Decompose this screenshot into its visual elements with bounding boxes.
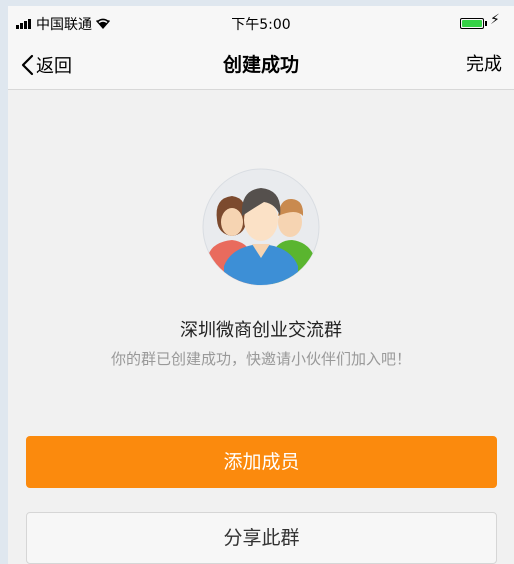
charging-icon: ⚡ <box>490 12 500 28</box>
share-group-button[interactable]: 分享此群 <box>26 512 497 564</box>
navigation-bar: 返回 创建成功 完成 <box>8 40 514 90</box>
battery-tip <box>485 21 487 26</box>
status-time: 下午5:00 <box>231 17 291 33</box>
add-members-button[interactable]: 添加成员 <box>26 436 497 488</box>
group-avatar-icon <box>202 168 320 286</box>
page-title: 创建成功 <box>222 54 299 76</box>
status-bar: 中国联通 下午5:00 ⚡ <box>8 6 514 40</box>
done-button[interactable]: 完成 <box>466 40 502 90</box>
battery-icon <box>460 18 484 29</box>
group-name: 深圳微商创业交流群 <box>180 320 342 341</box>
group-created-message: 你的群已创建成功，快邀请小伙伴们加入吧！ <box>110 350 411 368</box>
window-frame-left <box>0 0 8 564</box>
